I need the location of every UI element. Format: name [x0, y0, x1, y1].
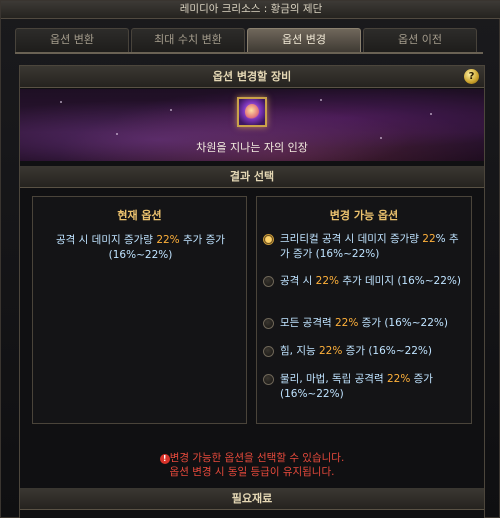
result-section-header: 결과 선택	[20, 166, 484, 188]
notice-text: ! 변경 가능한 옵션을 선택할 수 있습니다. 옵션 변경 시 동일 등급이 유…	[20, 451, 484, 479]
option-text: 크리티컬 공격 시 데미지 증가량	[280, 233, 423, 245]
notice-line-1-text: 변경 가능한 옵션을 선택할 수 있습니다.	[169, 452, 345, 464]
changeable-options-box: 변경 가능 옵션 크리티컬 공격 시 데미지 증가량 22% 추가 증가 (16…	[256, 196, 472, 424]
option-choice-text: 힘, 지능 22% 증가 (16%~22%)	[280, 344, 468, 359]
equipment-section-title: 옵션 변경할 장비	[212, 70, 292, 83]
tab-option-convert[interactable]: 옵션 변환	[15, 28, 129, 52]
materials-section-header: 필요재료	[20, 488, 484, 510]
current-option-text: 공격 시 데미지 증가량 22% 추가 증가 (16%~22%)	[39, 233, 242, 263]
option-text: 공격 시	[280, 275, 316, 287]
star	[170, 109, 172, 111]
option-text: 모든 공격력	[280, 317, 335, 329]
result-section-title: 결과 선택	[229, 170, 275, 183]
star	[320, 99, 322, 101]
option-value: 22%	[319, 345, 343, 357]
option-text: 증가 (16%~22%)	[358, 317, 448, 329]
window-title: 레미디아 크리소스 : 황금의 제단	[1, 1, 500, 19]
tab-bar: 옵션 변환 최대 수치 변환 옵션 변경 옵션 이전	[15, 28, 483, 52]
radio-icon[interactable]	[263, 318, 274, 329]
tab-option-change[interactable]: 옵션 변경	[247, 28, 361, 52]
purple-orb-seal-icon[interactable]	[237, 97, 267, 127]
option-columns: 현재 옵션 공격 시 데미지 증가량 22% 추가 증가 (16%~22%) 변…	[32, 196, 472, 424]
current-option-title: 현재 옵션	[117, 209, 162, 222]
materials-section-title: 필요재료	[231, 492, 273, 505]
radio-icon[interactable]	[263, 374, 274, 385]
changeable-options-title: 변경 가능 옵션	[329, 209, 399, 222]
option-value: 22%	[315, 275, 339, 287]
option-change-panel: 옵션 변경할 장비 ? 차원을 지나는 자의 인장 결과 선택 현재 옵션 공격…	[19, 65, 485, 518]
equipment-section-header: 옵션 변경할 장비 ?	[20, 66, 484, 88]
radio-icon[interactable]	[263, 276, 274, 287]
option-value: 22%	[386, 373, 411, 385]
option-text: 힘, 지능	[280, 345, 319, 357]
option-choice-text: 공격 시 22% 추가 데미지 (16%~22%)	[280, 274, 468, 289]
star	[430, 113, 432, 115]
current-option-box: 현재 옵션 공격 시 데미지 증가량 22% 추가 증가 (16%~22%)	[32, 196, 247, 424]
option-value: 22	[422, 233, 436, 245]
notice-line-2: 옵션 변경 시 동일 등급이 유지됩니다.	[169, 466, 335, 478]
option-value: 22%	[156, 234, 180, 246]
tab-option-transfer[interactable]: 옵션 이전	[363, 28, 477, 52]
help-icon[interactable]: ?	[464, 69, 479, 84]
altar-window: 레미디아 크리소스 : 황금의 제단 옵션 변환 최대 수치 변환 옵션 변경 …	[0, 0, 500, 518]
option-choice-text: 크리티컬 공격 시 데미지 증가량 22% 추가 증가 (16%~22%)	[280, 232, 468, 262]
option-text: 공격 시 데미지 증가량	[56, 234, 157, 246]
option-choice-text: 물리, 마법, 독립 공격력 22% 증가 (16%~22%)	[280, 372, 468, 402]
radio-icon[interactable]	[263, 346, 274, 357]
option-value: 22%	[334, 317, 359, 329]
item-name: 차원을 지나는 자의 인장	[196, 141, 308, 154]
notice-line-1: ! 변경 가능한 옵션을 선택할 수 있습니다.	[20, 451, 484, 465]
option-text: 추가 데미지 (16%~22%)	[339, 275, 461, 287]
option-text: 물리, 마법, 독립 공격력	[280, 373, 387, 385]
tab-max-value-convert[interactable]: 최대 수치 변환	[131, 28, 245, 52]
equipment-display: 차원을 지나는 자의 인장	[20, 89, 484, 161]
option-choice-text: 모든 공격력 22% 증가 (16%~22%)	[280, 316, 468, 331]
radio-selected-icon[interactable]	[263, 234, 274, 245]
option-text: 증가 (16%~22%)	[342, 345, 433, 357]
star	[116, 133, 118, 135]
warning-icon: !	[159, 454, 170, 464]
star	[60, 101, 62, 103]
tab-underline	[15, 52, 483, 54]
